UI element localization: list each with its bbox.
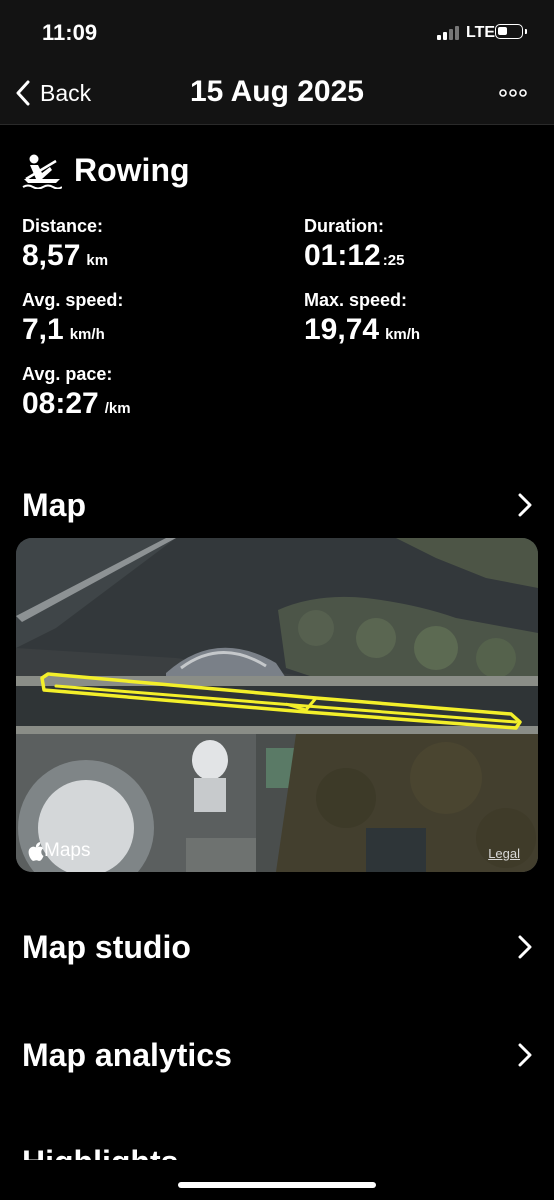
stat-max-speed: Max. speed: 19,74 km/h [304, 290, 420, 347]
chevron-right-icon [518, 935, 532, 959]
chevron-right-icon [518, 1043, 532, 1067]
stat-unit: km [86, 252, 109, 269]
next-section-row-partial[interactable]: Highlights [22, 1140, 532, 1160]
stat-value: 7,1 [22, 313, 64, 346]
rowing-icon [22, 154, 62, 189]
status-bar: 11:09 LTE [0, 0, 554, 64]
stat-avg-pace: Avg. pace: 08:27/km [22, 364, 131, 421]
navigation-bar: 15 Aug 2025 Back [0, 64, 554, 125]
stat-unit: /km [104, 400, 131, 417]
stat-value: 08:27 [22, 387, 99, 420]
stat-unit: km/h [69, 326, 105, 343]
back-label: Back [40, 79, 92, 106]
back-button[interactable]: Back [16, 78, 91, 108]
route-map[interactable]: Maps Legal [16, 538, 538, 872]
activity-title: Rowing [74, 152, 190, 188]
battery-icon [495, 24, 527, 39]
activity-header: Rowing [22, 152, 190, 189]
map-section-row[interactable]: Map [22, 480, 532, 530]
stat-avg-speed: Avg. speed: 7,1 km/h [22, 290, 123, 347]
status-time: 11:09 [42, 20, 98, 45]
network-type: LTE [466, 24, 496, 41]
stat-label: Max. speed: [304, 290, 408, 310]
legal-link[interactable]: Legal [488, 846, 520, 861]
stat-distance: Distance: 8,57 km [22, 216, 108, 273]
stat-label: Duration: [304, 216, 384, 236]
section-title-map: Map [22, 486, 86, 523]
stat-label: Avg. pace: [22, 364, 113, 384]
stat-value: 19,74 [304, 313, 380, 346]
stat-unit: :25 [382, 252, 405, 269]
section-title-map-studio: Map studio [22, 928, 191, 965]
stat-value: 8,57 [22, 239, 81, 272]
maps-attribution-text: Maps [44, 840, 91, 861]
stat-label: Avg. speed: [22, 290, 124, 310]
section-title-partial: Highlights [22, 1144, 178, 1160]
cellular-signal-icon [437, 26, 459, 40]
satellite-map-image [16, 538, 538, 872]
map-analytics-row[interactable]: Map analytics [22, 1030, 532, 1080]
chevron-left-icon [16, 80, 30, 106]
apple-logo-icon [28, 841, 44, 861]
stat-unit: km/h [385, 326, 421, 343]
section-title-map-analytics: Map analytics [22, 1036, 232, 1073]
maps-attribution: Maps [28, 840, 90, 862]
map-studio-row[interactable]: Map studio [22, 922, 532, 972]
stat-duration: Duration: 01:12:25 [304, 216, 404, 273]
chevron-right-icon [518, 493, 532, 517]
ellipsis-icon[interactable] [498, 88, 528, 98]
stat-value: 01:12 [304, 239, 381, 272]
stat-label: Distance: [22, 216, 104, 236]
home-indicator[interactable] [178, 1182, 376, 1188]
